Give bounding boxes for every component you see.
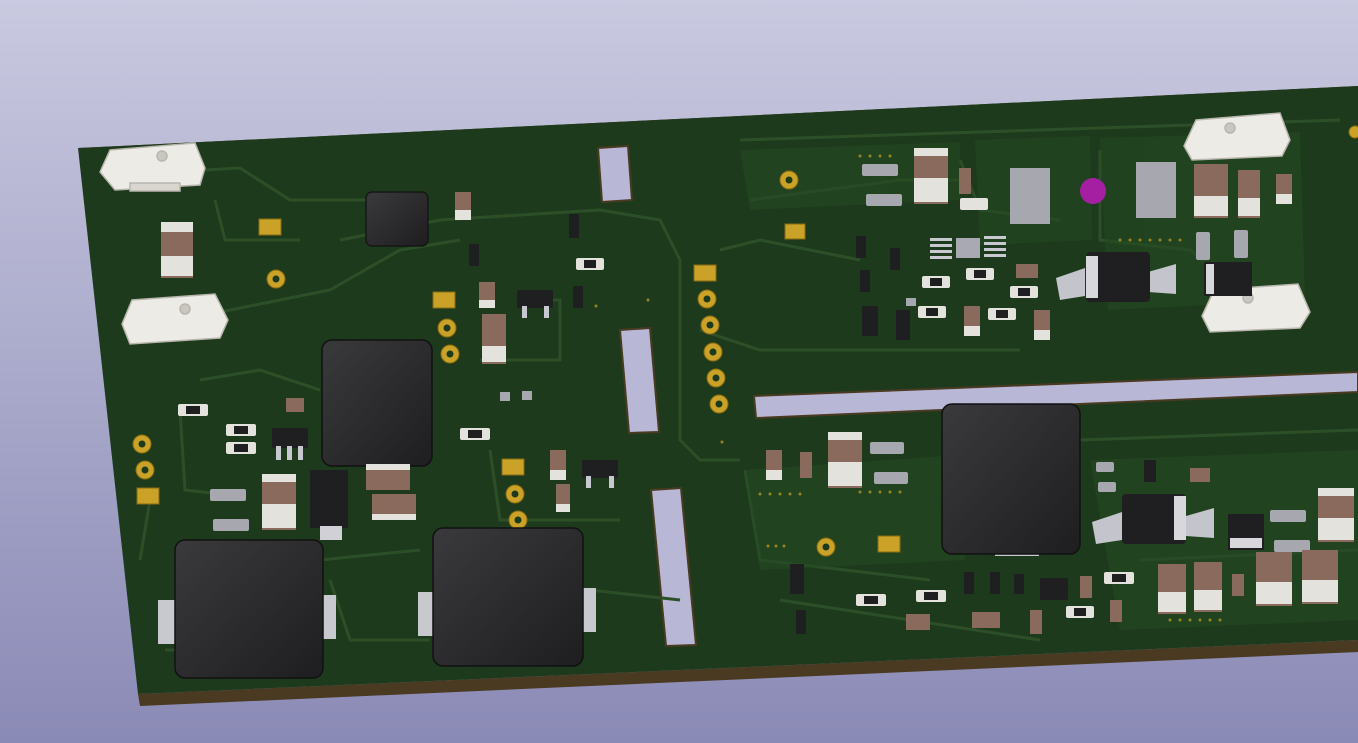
inductor-3 bbox=[321, 339, 433, 467]
inductor-1 bbox=[158, 539, 336, 679]
connector-1 bbox=[99, 142, 206, 192]
mosfet-3 bbox=[310, 470, 348, 528]
inductor-4 bbox=[941, 403, 1081, 556]
ic-small bbox=[1040, 578, 1068, 600]
ic-sot-1 bbox=[272, 428, 308, 460]
inductor-2 bbox=[418, 527, 596, 667]
pcb-3d-viewport[interactable] bbox=[0, 0, 1358, 743]
connector-2 bbox=[121, 293, 229, 345]
pad-square bbox=[258, 218, 282, 236]
slot-1 bbox=[596, 144, 634, 204]
inductor-small-1 bbox=[365, 191, 429, 247]
highlighted-via bbox=[1080, 178, 1106, 204]
connector-3 bbox=[1183, 112, 1291, 161]
pcb-render bbox=[0, 0, 1358, 743]
